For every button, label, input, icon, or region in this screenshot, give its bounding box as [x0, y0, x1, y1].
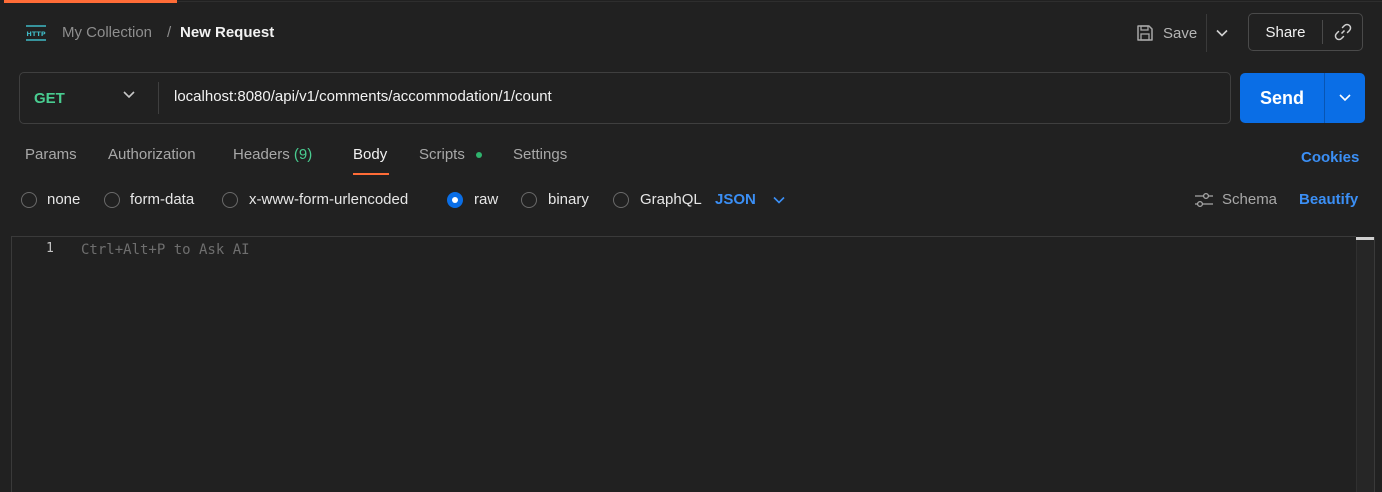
send-options-button[interactable]	[1325, 73, 1365, 123]
http-icon: HTTP	[26, 25, 46, 41]
chevron-down-icon[interactable]	[773, 196, 785, 204]
editor-border	[12, 236, 1356, 237]
url-input[interactable]: localhost:8080/api/v1/comments/accommoda…	[174, 88, 552, 105]
radio-form-data[interactable]	[104, 192, 120, 208]
radio-none[interactable]	[21, 192, 37, 208]
radio-none-label[interactable]: none	[47, 191, 80, 208]
tab-headers[interactable]: Headers (9)	[233, 146, 312, 163]
radio-graphql[interactable]	[613, 192, 629, 208]
link-icon	[1334, 23, 1351, 41]
format-select[interactable]: JSON	[715, 191, 756, 208]
editor-scroll-thumb[interactable]	[1356, 237, 1374, 240]
tab-strip-border	[177, 1, 1382, 2]
method-label: GET	[34, 89, 65, 107]
radio-urlencoded[interactable]	[222, 192, 238, 208]
schema-button[interactable]: Schema	[1194, 191, 1277, 208]
beautify-button[interactable]: Beautify	[1299, 191, 1358, 208]
sliders-icon	[1195, 192, 1213, 207]
share-button[interactable]: Share	[1249, 14, 1322, 50]
radio-urlencoded-label[interactable]: x-www-form-urlencoded	[249, 191, 408, 208]
radio-binary[interactable]	[521, 192, 537, 208]
radio-raw-label[interactable]: raw	[474, 191, 498, 208]
method-select[interactable]: GET	[20, 73, 158, 123]
share-group: Share	[1248, 13, 1363, 51]
tab-authorization[interactable]: Authorization	[108, 146, 196, 163]
save-divider	[1206, 14, 1207, 52]
save-icon	[1137, 25, 1153, 41]
save-label: Save	[1163, 24, 1198, 42]
tab-body[interactable]: Body	[353, 146, 387, 163]
chevron-down-icon	[1216, 29, 1228, 37]
active-tab-indicator	[4, 0, 177, 3]
editor-input[interactable]: Ctrl+Alt+P to Ask AI	[81, 242, 250, 258]
send-button[interactable]: Send	[1240, 73, 1324, 123]
line-number: 1	[46, 241, 54, 256]
copy-link-button[interactable]	[1323, 14, 1362, 50]
active-tab-underline	[353, 173, 389, 175]
headers-count: (9)	[293, 146, 313, 163]
tab-settings[interactable]: Settings	[513, 146, 567, 163]
editor-scrollbar[interactable]	[1356, 237, 1374, 492]
radio-graphql-label[interactable]: GraphQL	[640, 191, 702, 208]
method-divider	[158, 82, 159, 114]
tab-headers-label: Headers	[233, 146, 290, 163]
tab-params[interactable]: Params	[25, 146, 77, 163]
save-button[interactable]: Save	[1130, 18, 1206, 48]
breadcrumb-separator: /	[167, 24, 172, 41]
chevron-down-icon	[1339, 94, 1351, 102]
save-options-button[interactable]	[1208, 18, 1236, 48]
svg-text:HTTP: HTTP	[26, 30, 45, 38]
radio-form-data-label[interactable]: form-data	[130, 191, 194, 208]
send-group: Send	[1240, 73, 1365, 123]
radio-binary-label[interactable]: binary	[548, 191, 589, 208]
tab-scripts[interactable]: Scripts	[419, 146, 465, 163]
cookies-link[interactable]: Cookies	[1301, 149, 1359, 166]
editor-border-right	[1374, 237, 1375, 492]
breadcrumb-collection[interactable]: My Collection	[62, 24, 152, 41]
chevron-down-icon[interactable]	[122, 90, 136, 100]
radio-raw[interactable]	[447, 192, 463, 208]
request-title[interactable]: New Request	[180, 24, 274, 41]
scripts-indicator-dot	[476, 152, 482, 158]
schema-label: Schema	[1222, 191, 1278, 208]
editor-border-left	[11, 236, 12, 492]
